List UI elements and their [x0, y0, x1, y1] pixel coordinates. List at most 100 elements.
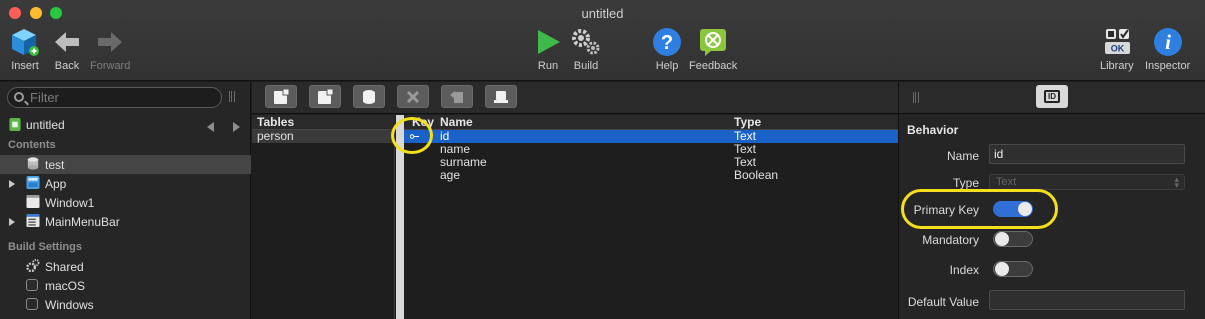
- type-column-header[interactable]: Type: [734, 115, 761, 129]
- inspector-split-handle[interactable]: [913, 92, 919, 103]
- index-toggle[interactable]: [993, 261, 1033, 277]
- id-icon: ID: [1044, 90, 1060, 103]
- pane-divider[interactable]: [396, 115, 404, 319]
- info-icon: i: [1152, 26, 1184, 58]
- svg-text:i: i: [1165, 30, 1171, 54]
- svg-text:?: ?: [661, 32, 673, 54]
- arrow-left-icon: [51, 26, 83, 58]
- forward-button[interactable]: Forward: [90, 26, 130, 72]
- inspector-label: Inspector: [1145, 60, 1191, 72]
- disclosure-triangle-icon[interactable]: [9, 218, 15, 226]
- sidebar-item-label: Window1: [45, 195, 95, 210]
- sidebar-item-label: MainMenuBar: [45, 214, 120, 229]
- key-icon: [410, 134, 419, 139]
- library-button[interactable]: OK Library: [1100, 26, 1134, 72]
- behavior-section-title: Behavior: [907, 123, 959, 137]
- forward-label: Forward: [90, 60, 131, 72]
- table-row[interactable]: id Text: [404, 129, 898, 143]
- add-field-icon: [318, 88, 333, 104]
- filter-input[interactable]: [30, 89, 215, 106]
- type-label: Type: [952, 176, 979, 190]
- field-type: Text: [734, 155, 757, 169]
- tables-header: Tables: [252, 115, 395, 130]
- arrow-right-icon: [94, 26, 126, 58]
- field-type: Text: [734, 142, 757, 156]
- undo-icon: [450, 90, 463, 103]
- menubar-icon: [26, 214, 40, 227]
- inspector-panel: ID Behavior Name id Type Text ▴ ▾ Primary…: [898, 82, 1205, 319]
- type-select[interactable]: Text ▴ ▾: [989, 174, 1185, 190]
- table-row[interactable]: age Boolean: [404, 168, 898, 182]
- window-title: untitled: [581, 6, 624, 21]
- previous-item-icon[interactable]: [207, 122, 214, 132]
- fields-header-row: Key Name Type: [404, 115, 898, 130]
- primary-key-toggle[interactable]: [993, 201, 1033, 217]
- feedback-button[interactable]: Feedback: [689, 26, 737, 72]
- mandatory-toggle[interactable]: [993, 231, 1033, 247]
- gears-icon: [570, 26, 602, 58]
- import-button[interactable]: [485, 85, 517, 108]
- library-label: Library: [1100, 60, 1134, 72]
- delete-button[interactable]: [397, 85, 429, 108]
- help-icon: ?: [651, 26, 683, 58]
- contents-header: Contents: [8, 139, 56, 151]
- build-settings-header: Build Settings: [8, 241, 82, 253]
- field-name: name: [440, 142, 471, 156]
- next-item-icon[interactable]: [233, 122, 240, 132]
- project-sidebar: untitled Contents test App Window1: [0, 82, 251, 319]
- add-index-button[interactable]: [353, 85, 385, 108]
- tables-list: Tables person: [252, 115, 395, 319]
- sidebar-item-window1[interactable]: Window1: [0, 193, 251, 212]
- fields-table: Key Name Type id Text name Text surname …: [404, 115, 898, 319]
- project-name: untitled: [26, 117, 65, 132]
- field-type: Boolean: [734, 168, 779, 182]
- search-icon: [14, 92, 24, 102]
- sidebar-item-app[interactable]: App: [0, 174, 251, 193]
- revert-button[interactable]: [441, 85, 473, 108]
- build-button[interactable]: Build: [570, 26, 602, 72]
- id-inspector-button[interactable]: ID: [1036, 85, 1068, 108]
- filter-field[interactable]: [7, 87, 222, 108]
- field-name: age: [440, 168, 461, 182]
- default-value-field[interactable]: [989, 290, 1185, 310]
- sidebar-item-macos[interactable]: macOS: [0, 276, 251, 295]
- sidebar-item-label: Shared: [45, 259, 84, 274]
- add-table-button[interactable]: [265, 85, 297, 108]
- name-column-header[interactable]: Name: [440, 115, 473, 129]
- windows-checkbox[interactable]: [26, 298, 38, 310]
- sidebar-item-label: App: [45, 176, 67, 191]
- sidebar-split-handle[interactable]: [229, 91, 235, 102]
- run-label: Run: [537, 60, 559, 72]
- add-field-button[interactable]: [309, 85, 341, 108]
- help-button[interactable]: ? Help: [651, 26, 683, 72]
- sidebar-item-test[interactable]: test: [0, 155, 251, 174]
- inspector-button[interactable]: i Inspector: [1145, 26, 1190, 72]
- add-table-icon: [274, 88, 289, 104]
- build-label: Build: [573, 60, 599, 72]
- field-name: id: [440, 129, 450, 143]
- back-button[interactable]: Back: [51, 26, 83, 72]
- database-icon: [27, 157, 39, 170]
- default-value-label: Default Value: [907, 295, 979, 309]
- macos-checkbox[interactable]: [26, 279, 38, 291]
- database-add-icon: [363, 89, 375, 104]
- sidebar-item-windows[interactable]: Windows: [0, 295, 251, 314]
- gears-icon: [26, 259, 40, 272]
- name-field[interactable]: id: [989, 144, 1185, 164]
- help-label: Help: [655, 60, 679, 72]
- table-row[interactable]: person: [252, 130, 395, 143]
- key-column-header[interactable]: Key: [412, 115, 434, 129]
- table-row[interactable]: surname Text: [404, 155, 898, 169]
- insert-label: Insert: [11, 60, 39, 72]
- insert-button[interactable]: Insert: [9, 26, 41, 72]
- sidebar-item-label: test: [45, 157, 65, 172]
- index-label: Index: [949, 263, 979, 277]
- sidebar-item-label: Windows: [45, 297, 94, 312]
- run-button[interactable]: Run: [532, 26, 564, 72]
- type-select-value: Text: [996, 176, 1017, 188]
- disclosure-triangle-icon[interactable]: [9, 180, 15, 188]
- sidebar-item-mainmenubar[interactable]: MainMenuBar: [0, 212, 251, 231]
- project-file-icon: [9, 118, 21, 131]
- feedback-icon: [697, 26, 729, 58]
- sidebar-item-shared[interactable]: Shared: [0, 257, 251, 276]
